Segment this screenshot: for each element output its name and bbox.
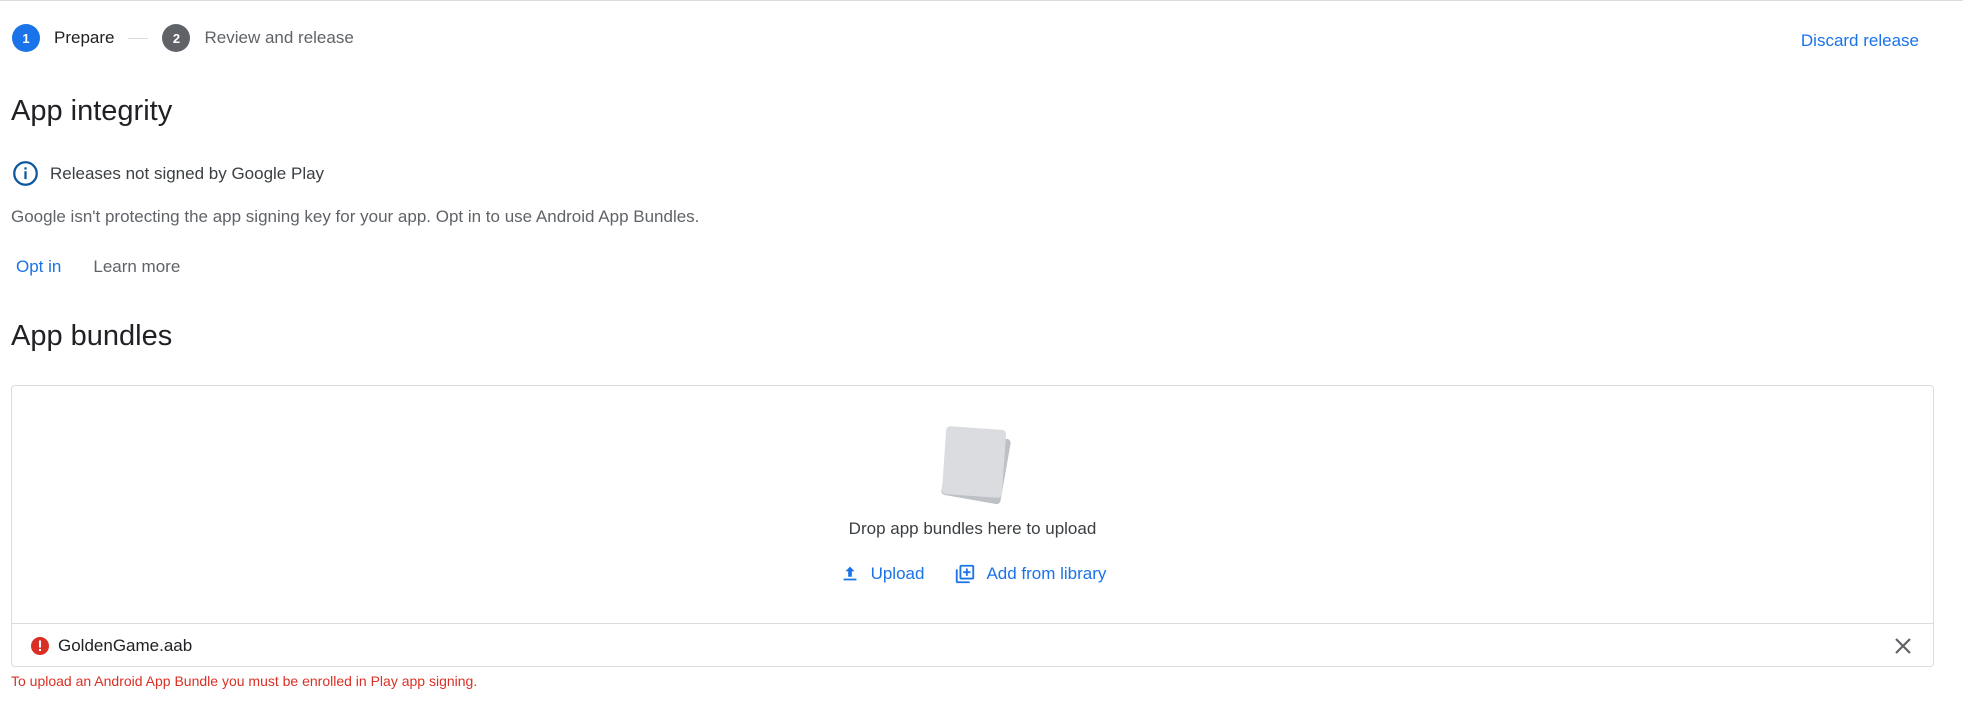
step-2-label[interactable]: Review and release: [204, 28, 353, 48]
integrity-actions: Opt in Learn more: [16, 257, 180, 277]
close-icon[interactable]: [1891, 634, 1915, 658]
signing-notice-text: Releases not signed by Google Play: [50, 163, 325, 183]
library-add-icon: [956, 564, 975, 584]
drop-instructions: Drop app bundles here to upload: [848, 519, 1097, 538]
step-1-badge[interactable]: 1: [12, 24, 40, 52]
upload-icon: [843, 566, 856, 581]
signing-notice: Releases not signed by Google Play: [12, 160, 324, 187]
upload-actions: Upload Add from library: [12, 563, 1933, 585]
step-connector: [128, 37, 149, 39]
error-icon: [31, 636, 49, 655]
top-divider: [0, 0, 1963, 1]
upload-error-message: To upload an Android App Bundle you must…: [11, 673, 478, 689]
uploaded-file-row: GoldenGame.aab: [12, 623, 1933, 667]
file-name: GoldenGame.aab: [58, 635, 193, 655]
upload-button[interactable]: Upload: [839, 563, 925, 585]
stacked-pages-icon: [941, 426, 1011, 504]
opt-in-button[interactable]: Opt in: [16, 257, 61, 277]
integrity-description: Google isn't protecting the app signing …: [11, 207, 700, 226]
learn-more-link[interactable]: Learn more: [93, 257, 180, 277]
step-2-badge[interactable]: 2: [162, 24, 191, 52]
drop-zone[interactable]: Drop app bundles here to upload Upload A…: [12, 386, 1933, 623]
app-bundles-heading: App bundles: [11, 320, 173, 352]
step-1-label[interactable]: Prepare: [54, 28, 114, 48]
app-bundle-upload-box: Drop app bundles here to upload Upload A…: [11, 385, 1934, 667]
add-from-library-label: Add from library: [986, 564, 1107, 583]
release-stepper: 1 Prepare 2 Review and release: [12, 24, 354, 52]
add-from-library-button[interactable]: Add from library: [954, 563, 1106, 585]
discard-release-button[interactable]: Discard release: [1801, 31, 1919, 51]
app-integrity-heading: App integrity: [11, 95, 173, 127]
upload-label: Upload: [870, 564, 925, 583]
info-icon: [13, 161, 38, 186]
